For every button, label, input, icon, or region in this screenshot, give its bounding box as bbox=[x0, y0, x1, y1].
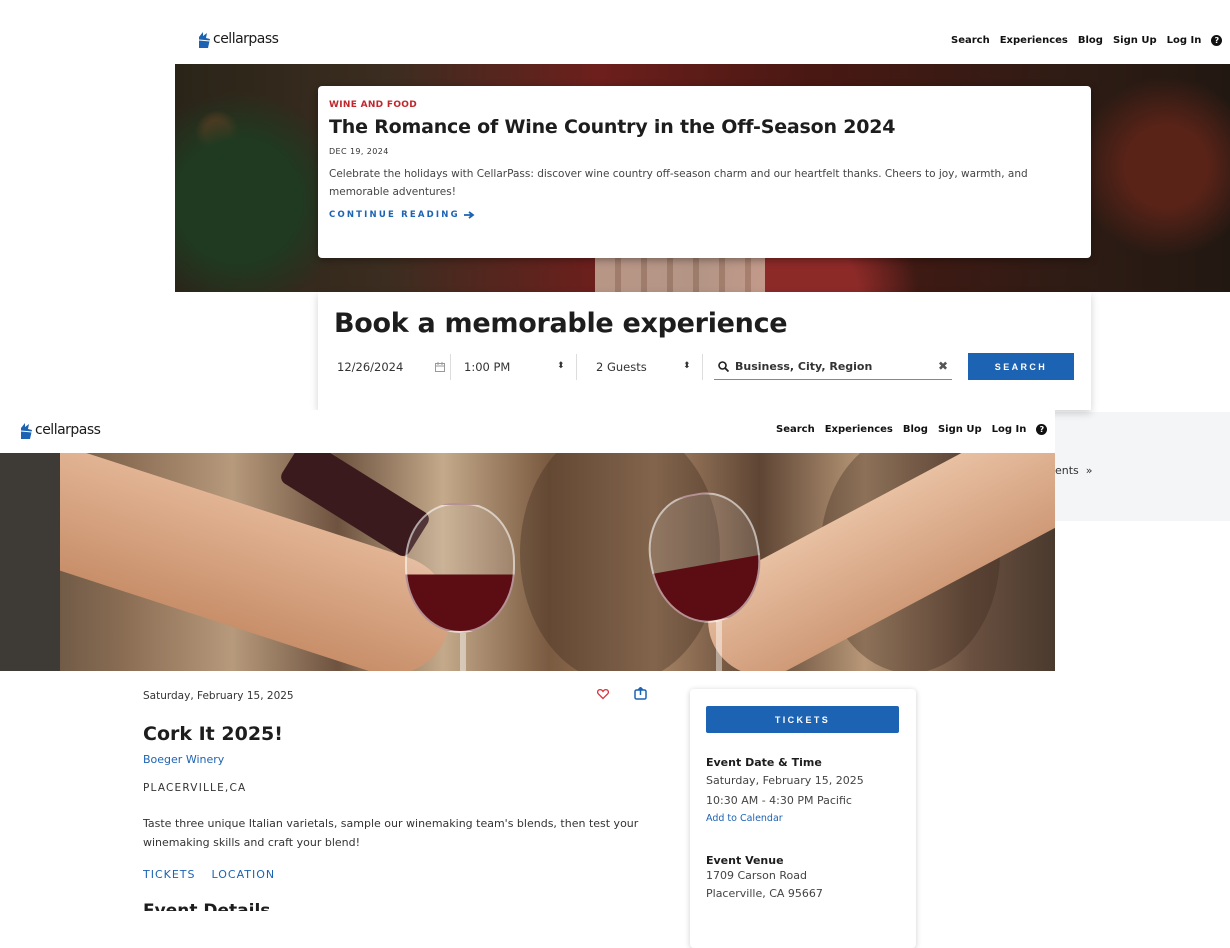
time-value: 1:00 PM bbox=[464, 360, 511, 374]
heart-icon[interactable] bbox=[597, 688, 609, 700]
ticket-card: TICKETS Event Date & Time Saturday, Febr… bbox=[690, 689, 916, 948]
nav-experiences[interactable]: Experiences bbox=[1000, 35, 1068, 46]
continue-reading-link[interactable]: CONTINUE READING bbox=[329, 210, 1080, 220]
nav-log-in[interactable]: Log In bbox=[1167, 35, 1202, 46]
nav-search[interactable]: Search bbox=[776, 424, 815, 435]
cellarpass-logo[interactable]: cellarpass bbox=[19, 421, 101, 439]
event-hero-image bbox=[0, 453, 1055, 671]
event-location: PLACERVILLE,CA bbox=[143, 782, 247, 794]
booking-title: Book a memorable experience bbox=[334, 308, 788, 339]
side-panel-link[interactable]: ents » bbox=[1055, 464, 1093, 477]
arrow-right-icon bbox=[463, 211, 475, 219]
back-side-panel: ents » bbox=[1055, 412, 1230, 521]
booking-widget: Book a memorable experience 12/26/2024 1… bbox=[318, 292, 1091, 410]
blog-feature-card: WINE AND FOOD The Romance of Wine Countr… bbox=[318, 86, 1091, 258]
sleeve-shape bbox=[0, 453, 60, 671]
select-arrows-icon: ⬍ bbox=[557, 361, 565, 371]
event-section-tabs: TICKETS LOCATION bbox=[143, 868, 275, 881]
glass-stem bbox=[460, 633, 466, 671]
event-date-line: Saturday, February 15, 2025 bbox=[706, 774, 864, 787]
field-divider bbox=[702, 354, 703, 380]
venue-address-line2: Placerville, CA 95667 bbox=[706, 887, 823, 900]
location-search-input[interactable]: Business, City, Region bbox=[714, 354, 952, 380]
event-details-heading: Event Details bbox=[143, 901, 271, 911]
logo-text: cellarpass bbox=[35, 422, 101, 438]
event-venue-heading: Event Venue bbox=[706, 854, 784, 867]
nav-experiences[interactable]: Experiences bbox=[825, 424, 893, 435]
continue-reading-label: CONTINUE READING bbox=[329, 210, 460, 220]
logo-text: cellarpass bbox=[213, 31, 279, 47]
event-time-line: 10:30 AM - 4:30 PM Pacific bbox=[706, 794, 852, 807]
cellarpass-logo[interactable]: cellarpass bbox=[197, 30, 279, 48]
booking-form: 12/26/2024 1:00 PM ⬍ 2 Guests ⬍ Business… bbox=[318, 350, 1091, 384]
event-date: Saturday, February 15, 2025 bbox=[143, 690, 294, 702]
date-value: 12/26/2024 bbox=[337, 360, 404, 374]
nav-sign-up[interactable]: Sign Up bbox=[1113, 35, 1157, 46]
time-select[interactable]: 1:00 PM ⬍ bbox=[451, 350, 577, 384]
search-placeholder: Business, City, Region bbox=[735, 360, 873, 373]
search-icon bbox=[718, 361, 729, 372]
tab-location[interactable]: LOCATION bbox=[212, 868, 276, 881]
calendar-icon[interactable] bbox=[435, 362, 445, 372]
event-description: Taste three unique Italian varietals, sa… bbox=[143, 817, 639, 849]
nav-log-in[interactable]: Log In bbox=[992, 424, 1027, 435]
nav-blog[interactable]: Blog bbox=[1078, 35, 1103, 46]
nav-blog[interactable]: Blog bbox=[903, 424, 928, 435]
guests-select[interactable]: 2 Guests ⬍ bbox=[577, 350, 703, 384]
blog-date: DEC 19, 2024 bbox=[329, 147, 389, 156]
nav-search[interactable]: Search bbox=[951, 35, 990, 46]
blog-category[interactable]: WINE AND FOOD bbox=[329, 100, 1080, 110]
share-icon[interactable] bbox=[634, 687, 647, 700]
date-field[interactable]: 12/26/2024 bbox=[337, 350, 451, 384]
glass-stem bbox=[716, 621, 722, 671]
double-chevron-right-icon: » bbox=[1082, 464, 1093, 477]
back-site-header: cellarpass Search Experiences Blog Sign … bbox=[175, 16, 1230, 64]
blog-title[interactable]: The Romance of Wine Country in the Off-S… bbox=[329, 116, 1080, 138]
help-icon[interactable]: ? bbox=[1211, 35, 1223, 46]
tab-tickets[interactable]: TICKETS bbox=[143, 868, 196, 881]
front-site-header: cellarpass Search Experiences Blog Sign … bbox=[0, 410, 1055, 453]
tickets-button[interactable]: TICKETS bbox=[706, 706, 899, 733]
clear-icon[interactable]: ✖ bbox=[938, 359, 948, 373]
side-panel-text: ents bbox=[1055, 464, 1079, 477]
cellarpass-logo-icon bbox=[20, 423, 33, 439]
event-title: Cork It 2025! bbox=[143, 723, 283, 745]
cellarpass-logo-icon bbox=[198, 32, 211, 48]
left-arm-shape bbox=[0, 453, 466, 671]
search-button[interactable]: SEARCH bbox=[968, 353, 1074, 380]
blog-excerpt: Celebrate the holidays with CellarPass: … bbox=[329, 168, 1028, 198]
event-content: Saturday, February 15, 2025 Cork It 2025… bbox=[0, 671, 1055, 948]
front-main-nav: Search Experiences Blog Sign Up Log In ? bbox=[776, 424, 1048, 435]
add-to-calendar-link[interactable]: Add to Calendar bbox=[706, 813, 900, 824]
help-icon[interactable]: ? bbox=[1036, 424, 1048, 435]
nav-sign-up[interactable]: Sign Up bbox=[938, 424, 982, 435]
venue-address-line1: 1709 Carson Road bbox=[706, 869, 807, 882]
guests-value: 2 Guests bbox=[596, 360, 647, 374]
event-datetime-heading: Event Date & Time bbox=[706, 756, 822, 769]
back-main-nav: Search Experiences Blog Sign Up Log In ? bbox=[951, 35, 1223, 46]
select-arrows-icon: ⬍ bbox=[683, 361, 691, 371]
winery-link[interactable]: Boeger Winery bbox=[143, 753, 224, 766]
wine-glass-left bbox=[405, 503, 515, 633]
